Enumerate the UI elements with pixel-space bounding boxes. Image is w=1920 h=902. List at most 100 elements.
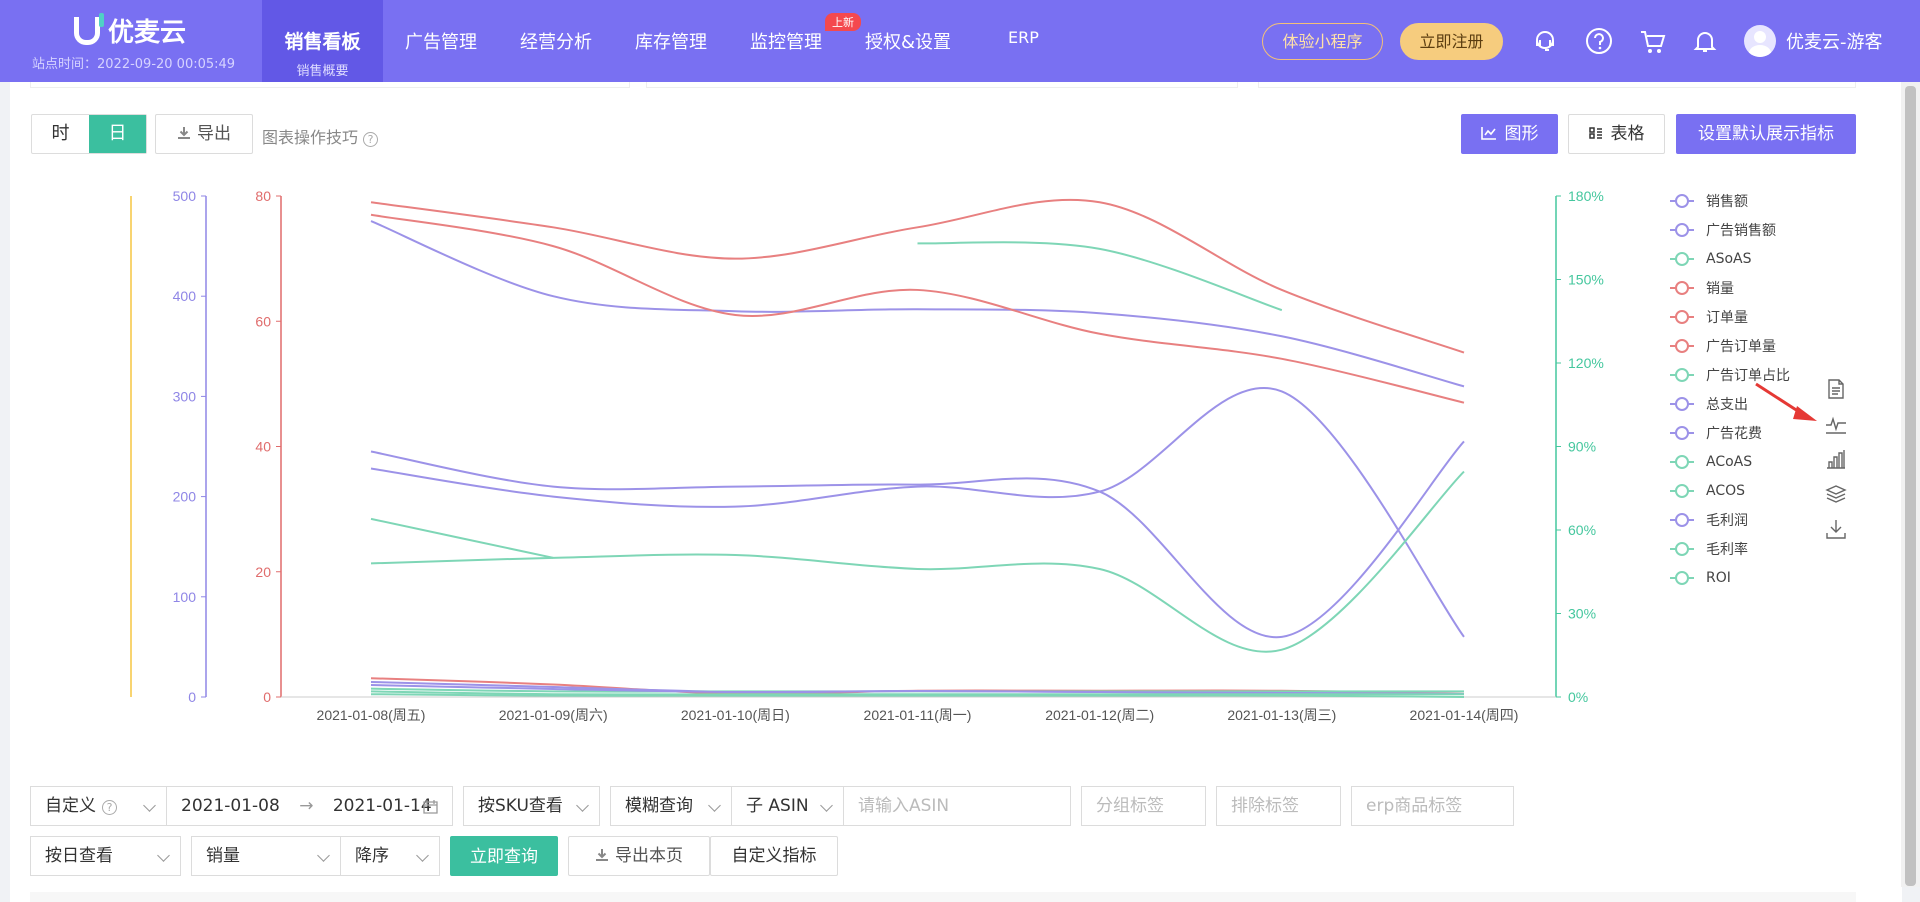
legend-marker-icon [1670,454,1694,469]
red-arrow-annotation [1755,382,1817,421]
series-line[interactable] [917,241,1283,312]
range-type-value: 自定义 [45,796,96,816]
data-view-icon[interactable] [1825,378,1847,400]
scrollbar-thumb[interactable] [1905,86,1916,886]
group-tag-select[interactable]: 分组标签 [1081,786,1206,826]
chevron-down-icon [157,849,170,862]
view-by-select[interactable]: 按SKU查看 [463,786,600,826]
legend-circle [1675,541,1689,556]
money-tick-label: 500 [173,188,197,204]
calendar-icon [423,800,438,814]
legend-item[interactable]: 毛利率 [1670,534,1790,563]
count-tick-label: 40 [255,439,271,455]
series-lines [370,198,1465,698]
legend-label: 销售额 [1706,193,1748,210]
legend-marker-icon [1670,512,1694,527]
legend-circle [1675,251,1689,266]
custom-metrics-button[interactable]: 自定义指标 [710,836,838,876]
legend-item[interactable]: ACOS [1670,476,1790,505]
legend-circle [1675,396,1689,411]
erp-tag-select[interactable]: erp商品标签 [1351,786,1514,826]
legend-marker-icon [1670,193,1694,208]
legend-item[interactable]: ACoAS [1670,447,1790,476]
legend-marker-icon [1670,570,1694,585]
legend-item[interactable]: 销售额 [1670,186,1790,215]
stack-icon[interactable] [1825,483,1847,505]
match-type-value: 模糊查询 [625,796,693,816]
legend-item[interactable]: ROI [1670,563,1790,592]
chevron-down-icon [416,849,429,862]
match-type-select[interactable]: 模糊查询 [610,786,732,826]
legend-item[interactable]: 订单量 [1670,302,1790,331]
range-type-select[interactable]: 自定义? [30,786,167,826]
group-tag-placeholder: 分组标签 [1096,796,1164,816]
chevron-down-icon [820,799,833,812]
legend-circle [1675,512,1689,527]
range-help-icon: ? [102,800,117,815]
query-button[interactable]: 立即查询 [450,836,558,876]
sort-order-select[interactable]: 降序 [340,836,440,876]
money-tick-label: 100 [173,589,197,605]
x-tick-label: 2021-01-11(周一) [864,707,972,723]
legend-label: ASoAS [1706,250,1752,267]
trend-chart: 0 100 200 300 400 500 0 20 40 60 80 0% 30% 60% 90% 12… [130,188,1604,723]
asin-input[interactable]: 请输入ASIN [843,786,1071,826]
date-start: 2021-01-08 [181,796,280,816]
erp-tag-placeholder: erp商品标签 [1366,796,1463,816]
x-tick-label: 2021-01-12(周二) [1045,707,1154,723]
percent-tick-label: 120% [1568,355,1604,371]
bar-type-icon[interactable] [1825,448,1847,470]
export-page-button[interactable]: 导出本页 [568,836,710,876]
download-icon [596,849,608,861]
count-tick-label: 0 [263,689,271,705]
export-page-label: 导出本页 [615,846,683,866]
chevron-down-icon [708,799,721,812]
legend-circle [1675,570,1689,585]
sort-field-value: 销量 [206,846,240,866]
legend-label: 订单量 [1706,309,1748,326]
legend-circle [1675,367,1689,382]
legend-label: ACOS [1706,482,1746,499]
legend-marker-icon [1670,483,1694,498]
percent-tick-label: 60% [1568,522,1596,538]
exclude-tag-select[interactable]: 排除标签 [1216,786,1341,826]
save-image-icon[interactable] [1825,518,1847,540]
x-tick-label: 2021-01-13(周三) [1227,707,1336,723]
legend-label: 毛利率 [1706,541,1748,558]
money-tick-label: 300 [173,388,197,404]
legend-label: 销量 [1706,280,1734,297]
count-axis: 0 20 40 60 80 [255,188,281,705]
series-line[interactable] [370,470,1465,653]
legend-marker-icon [1670,425,1694,440]
line-type-icon[interactable] [1825,413,1847,435]
legend-marker-icon [1670,396,1694,411]
asin-placeholder: 请输入ASIN [858,796,950,816]
legend-item[interactable]: 销量 [1670,273,1790,302]
legend-item[interactable]: ASoAS [1670,244,1790,273]
legend-label: 总支出 [1706,396,1748,413]
date-range-picker[interactable]: 2021-01-08 → 2021-01-14 [166,786,453,826]
percent-tick-label: 30% [1568,606,1596,622]
asin-type-select[interactable]: 子 ASIN [731,786,844,826]
legend-item[interactable]: 广告销售额 [1670,215,1790,244]
legend-label: ACoAS [1706,453,1753,470]
period-select[interactable]: 按日查看 [30,836,181,876]
sort-field-select[interactable]: 销量 [191,836,341,876]
legend-item[interactable]: 毛利润 [1670,505,1790,534]
page-scrollbar[interactable] [1901,82,1920,887]
legend-label: 广告销售额 [1706,222,1776,239]
percent-tick-label: 0% [1568,689,1588,705]
series-line[interactable] [370,387,1465,638]
legend-label: 毛利润 [1706,512,1748,529]
percent-tick-label: 150% [1568,272,1604,288]
series-line[interactable] [370,517,554,559]
series-line[interactable] [370,198,1465,354]
chevron-down-icon [576,799,589,812]
series-line[interactable] [370,440,1465,638]
x-tick-label: 2021-01-10(周日) [681,707,790,723]
x-axis: 2021-01-08(周五) 2021-01-09(周六) 2021-01-10(周… [317,707,1519,723]
legend-circle [1675,193,1689,208]
legend-circle [1675,483,1689,498]
legend-item[interactable]: 广告订单量 [1670,331,1790,360]
legend-marker-icon [1670,222,1694,237]
